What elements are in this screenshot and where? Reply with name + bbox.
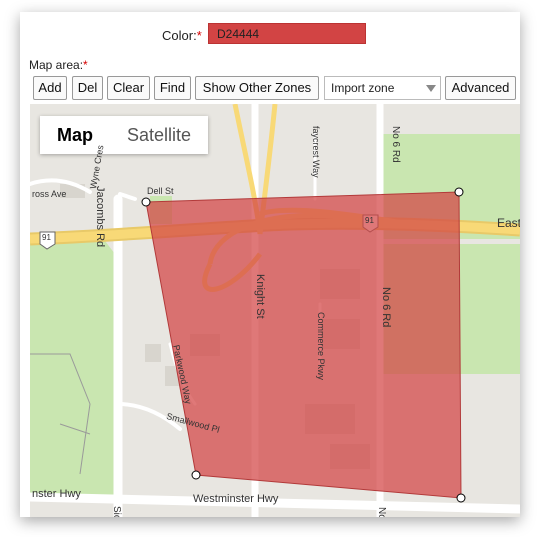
- knight-st-label: Knight St: [254, 274, 266, 319]
- westminster-hwy-label: Westminster Hwy: [193, 493, 279, 505]
- faycrest-way-label: faycrest Way: [311, 126, 321, 178]
- advanced-button[interactable]: Advanced: [445, 76, 516, 100]
- map-type-control: Map Satellite: [40, 116, 208, 154]
- east-label: East: [497, 216, 520, 230]
- chevron-down-icon: [426, 85, 436, 92]
- import-zone-value: Import zone: [331, 81, 395, 95]
- required-mark: *: [196, 28, 202, 43]
- clear-button[interactable]: Clear: [107, 76, 150, 100]
- route-91-left-label: 91: [42, 233, 51, 242]
- zone-editor-panel: Color:* D24444 Map area:* Add Del Clear …: [20, 12, 520, 517]
- zone-vertex-handle: [454, 187, 464, 197]
- color-row: Color:* D24444: [20, 12, 520, 56]
- map-canvas[interactable]: Map Satellite Jacombs Rd Wyne Cres ross …: [30, 104, 520, 517]
- no-bottom-label: No: [376, 507, 387, 517]
- sic-label: Sic: [111, 506, 122, 517]
- zone-vertex-handle: [141, 197, 151, 207]
- no6-rd-mid-label: No 6 Rd: [380, 287, 392, 328]
- find-button[interactable]: Find: [154, 76, 191, 100]
- show-other-zones-button[interactable]: Show Other Zones: [195, 76, 319, 100]
- delete-button[interactable]: Del: [72, 76, 103, 100]
- cross-ave-label: ross Ave: [32, 189, 67, 199]
- add-button[interactable]: Add: [33, 76, 67, 100]
- color-field[interactable]: D24444: [208, 23, 366, 44]
- zone-vertex-handle: [191, 470, 201, 480]
- zone-vertex-handle: [456, 493, 466, 503]
- westminster-hwy-left-label: nster Hwy: [32, 488, 81, 500]
- map-background: [30, 104, 520, 517]
- dell-st-label: Dell St: [147, 186, 174, 196]
- commerce-pkwy-label: Commerce Pkwy: [316, 312, 326, 381]
- import-zone-select[interactable]: Import zone: [324, 76, 441, 100]
- park-area-left: [30, 237, 115, 499]
- no6-rd-top-label: No 6 Rd: [390, 126, 401, 163]
- required-mark: *: [83, 58, 88, 72]
- route-91-mid-label: 91: [365, 216, 374, 225]
- color-label-text: Color:: [162, 28, 197, 43]
- map-area-label-text: Map area:: [29, 58, 84, 72]
- zone-polygon: [145, 191, 462, 499]
- map-area-label: Map area:*: [29, 58, 88, 72]
- jacombs-rd-label: Jacombs Rd: [94, 186, 106, 248]
- color-label: Color:*: [162, 28, 202, 43]
- map-type-satellite-button[interactable]: Satellite: [110, 116, 208, 154]
